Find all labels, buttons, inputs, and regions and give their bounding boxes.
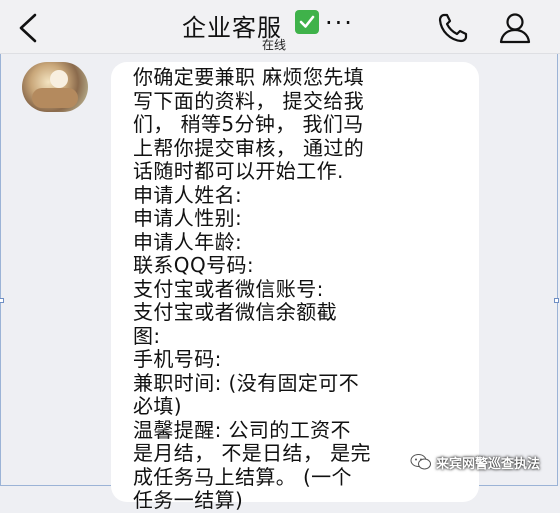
message-line: 联系QQ号码: bbox=[133, 253, 255, 277]
back-button[interactable] bbox=[10, 10, 46, 46]
message-text: 你确定要兼职 麻烦您先填 写下面的资料， 提交给我 们， 稍等5分钟， 我们马 … bbox=[133, 65, 453, 513]
message-line: 成任务马上结算。 (一个 bbox=[133, 464, 352, 489]
check-mark-badge-icon bbox=[295, 10, 319, 34]
person-icon bbox=[499, 13, 531, 44]
resize-handle-right bbox=[554, 298, 559, 303]
message-line: 支付宝或者微信余额截 bbox=[133, 300, 337, 324]
message-line: 必填) bbox=[133, 394, 183, 418]
message-line: 申请人年龄: bbox=[133, 229, 243, 254]
message-line: 话随时都可以开始工作. bbox=[133, 159, 344, 183]
phone-icon bbox=[438, 13, 468, 43]
message-line: 写下面的资料， 提交给我 bbox=[133, 88, 365, 113]
watermark: 来宾网警巡查执法 bbox=[410, 448, 558, 476]
message-line: 你确定要兼职 麻烦您先填 bbox=[133, 65, 365, 89]
message-line: 是月结， 不是日结， 是完 bbox=[133, 441, 371, 465]
watermark-text: 来宾网警巡查执法 bbox=[436, 456, 541, 472]
contact-avatar[interactable] bbox=[22, 62, 88, 112]
message-line: 任务一结算) bbox=[133, 488, 244, 512]
more-ellipsis: ... bbox=[325, 2, 354, 30]
message-line: 兼职时间: (没有固定可不 bbox=[133, 370, 360, 395]
message-line: 申请人姓名: bbox=[133, 182, 243, 207]
call-button[interactable] bbox=[432, 10, 474, 46]
resize-handle-left bbox=[0, 298, 4, 303]
message-line: 们， 稍等5分钟， 我们马 bbox=[133, 112, 364, 136]
wechat-logo-icon bbox=[410, 454, 431, 470]
online-status: 在线 bbox=[262, 38, 287, 52]
chat-title-area[interactable]: 企业客服 ... 在线 bbox=[170, 2, 400, 52]
message-line: 温馨提醒: 公司的工资不 bbox=[133, 417, 351, 442]
message-line: 图: bbox=[133, 323, 161, 348]
message-line: 手机号码: bbox=[133, 347, 222, 371]
message-line: 支付宝或者微信账号: bbox=[133, 276, 324, 301]
chat-header: 企业客服 ... 在线 bbox=[0, 0, 560, 54]
contact-profile-button[interactable] bbox=[494, 10, 536, 46]
message-line: 申请人性别: bbox=[133, 206, 243, 230]
chevron-left-icon bbox=[19, 13, 37, 43]
message-line: 上帮你提交审核， 通过的 bbox=[133, 135, 365, 160]
